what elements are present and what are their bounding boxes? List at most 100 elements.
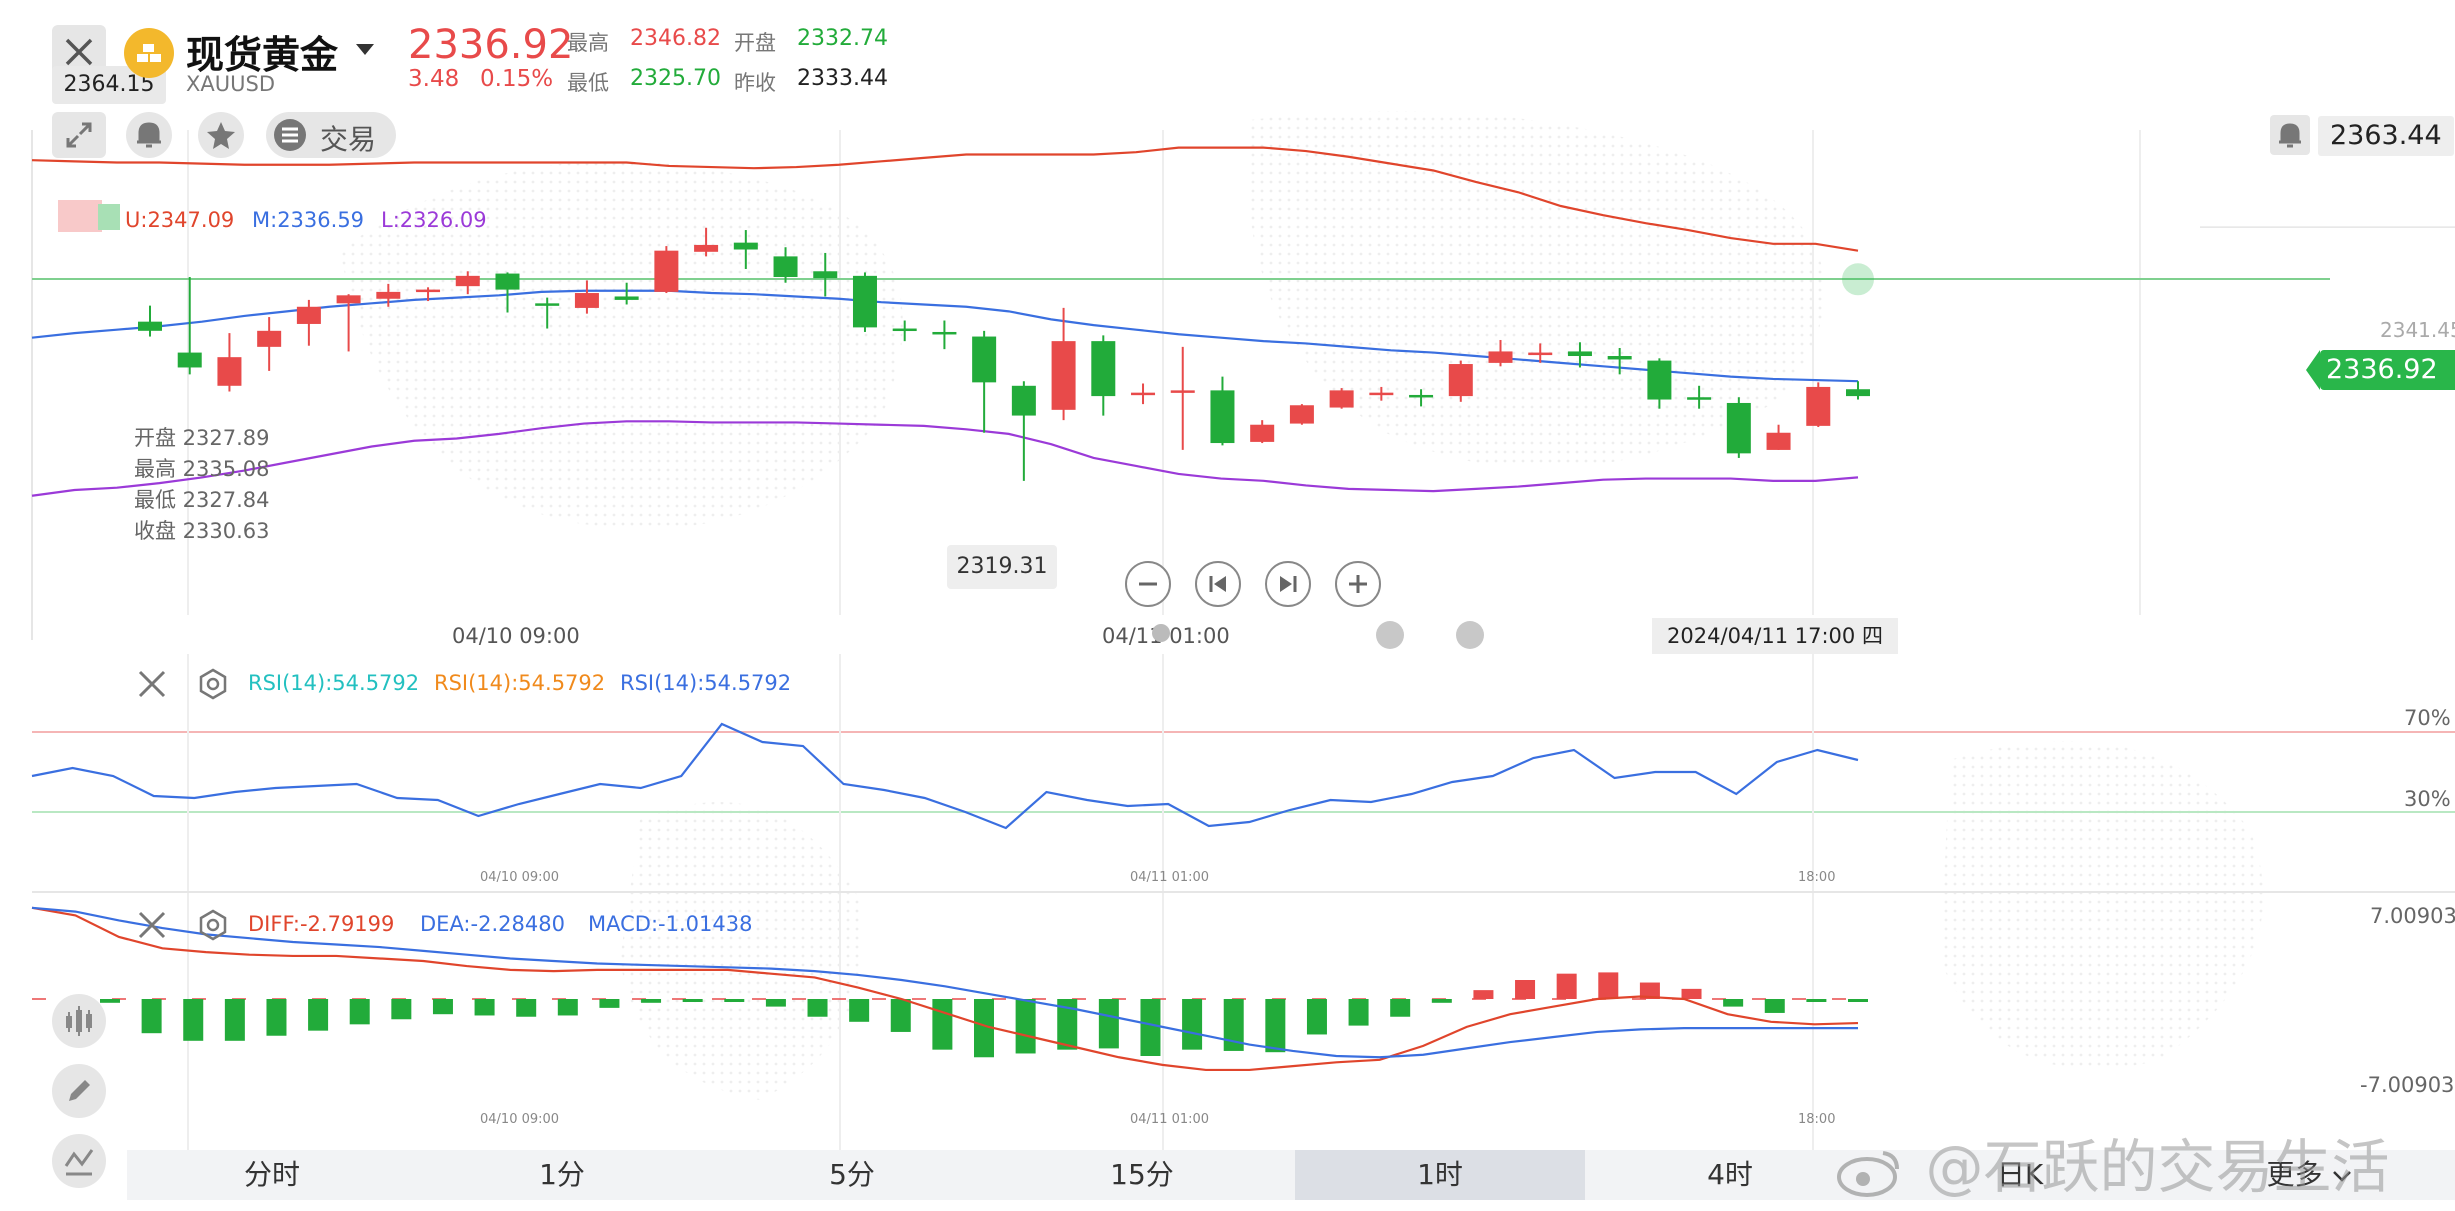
candle[interactable]: [257, 317, 282, 371]
macd-bar: [1764, 999, 1785, 1013]
candle[interactable]: [1289, 404, 1314, 425]
tab-1hour[interactable]: 1时: [1295, 1150, 1585, 1200]
candle[interactable]: [1131, 383, 1156, 405]
candle[interactable]: [217, 333, 242, 392]
candle[interactable]: [1448, 360, 1473, 402]
candle[interactable]: [177, 277, 202, 375]
tab-4hour[interactable]: 4时: [1585, 1150, 1875, 1200]
macd-bar: [1098, 999, 1119, 1049]
candle-body: [535, 303, 560, 306]
candle[interactable]: [1369, 386, 1394, 401]
draw-tool-button[interactable]: [52, 1064, 106, 1118]
tab-1min[interactable]: 1分: [417, 1150, 707, 1200]
trading-app: 2364.15 现货黄金 XAUUSD 2336.92 3.48 0.15% 最…: [0, 0, 2455, 1211]
tab-15min[interactable]: 15分: [997, 1150, 1287, 1200]
candle[interactable]: [773, 247, 798, 283]
candle-body: [1647, 360, 1672, 400]
candle-body: [257, 330, 282, 347]
candle[interactable]: [1687, 385, 1712, 409]
candle[interactable]: [1011, 381, 1036, 481]
tab-fenshi[interactable]: 分时: [127, 1150, 417, 1200]
low-price-marker: 2319.31: [947, 545, 1057, 589]
candle[interactable]: [455, 271, 480, 295]
candlestick-chart[interactable]: [0, 0, 2455, 640]
macd-bar: [890, 999, 911, 1032]
macd-bar: [1598, 972, 1619, 999]
pencil-icon: [69, 1080, 90, 1101]
skip-forward-button[interactable]: [1265, 561, 1311, 607]
candle-body: [1329, 390, 1354, 408]
line-tool-button[interactable]: [52, 1134, 106, 1188]
candle[interactable]: [1051, 307, 1076, 421]
candle[interactable]: [296, 299, 321, 346]
candle-body: [177, 352, 202, 368]
macd-bar: [1015, 999, 1036, 1054]
macd-bar: [1306, 999, 1327, 1035]
candle[interactable]: [1607, 348, 1632, 375]
candle-body: [1726, 402, 1751, 454]
rsi-time-label-3: 18:00: [1798, 870, 1836, 885]
candle[interactable]: [138, 305, 162, 337]
candle[interactable]: [1766, 424, 1791, 450]
candle[interactable]: [1846, 381, 1870, 400]
candle[interactable]: [1250, 420, 1275, 444]
candle[interactable]: [654, 246, 679, 294]
rsi-value-2: RSI(14):54.5792: [434, 671, 606, 695]
candle[interactable]: [1806, 382, 1831, 428]
rsi-value-1: RSI(14):54.5792: [248, 671, 420, 695]
candle-body: [1766, 432, 1791, 450]
candle[interactable]: [1647, 358, 1672, 409]
candle-body: [1091, 341, 1116, 397]
candle[interactable]: [1170, 346, 1195, 450]
candle[interactable]: [694, 227, 719, 257]
skip-forward-icon: [1280, 576, 1297, 592]
candle[interactable]: [972, 330, 997, 433]
candle[interactable]: [1329, 388, 1354, 409]
candle[interactable]: [892, 320, 917, 342]
candle[interactable]: [813, 252, 838, 297]
candle-body: [574, 293, 599, 308]
macd-bar: [1848, 999, 1868, 1002]
candle[interactable]: [336, 294, 361, 352]
macd-bar: [1182, 999, 1203, 1050]
candle[interactable]: [1726, 397, 1751, 458]
candle[interactable]: [1488, 339, 1513, 367]
settings-hexagon-icon: [199, 668, 227, 700]
zoom-in-button[interactable]: [1335, 561, 1381, 607]
rsi-time-label-1: 04/10 09:00: [480, 870, 560, 885]
macd-bar: [183, 999, 204, 1041]
macd-close-button[interactable]: [135, 908, 169, 946]
indicator-tool-button[interactable]: [52, 994, 106, 1048]
macd-bar: [1473, 990, 1494, 999]
candle-body: [773, 256, 798, 277]
candle[interactable]: [1210, 376, 1235, 446]
ohlc-low: 最低 2327.84: [134, 488, 270, 512]
candle[interactable]: [614, 282, 639, 305]
candle[interactable]: [535, 297, 560, 329]
macd-bar: [266, 999, 287, 1036]
macd-value: MACD:-1.01438: [588, 912, 753, 936]
candle-body: [852, 275, 877, 328]
macd-bar: [1140, 999, 1161, 1056]
candle[interactable]: [1091, 335, 1116, 416]
candle[interactable]: [1409, 389, 1434, 407]
skip-back-button[interactable]: [1195, 561, 1241, 607]
candle-body: [1448, 364, 1473, 397]
watermark: @石跃的交易生活: [1835, 1120, 2389, 1204]
crosshair-time-tag: 2024/04/11 17:00 四: [1652, 618, 1898, 654]
candle[interactable]: [932, 320, 957, 350]
close-icon: [138, 911, 166, 939]
macd-settings-button[interactable]: [196, 908, 230, 946]
candle[interactable]: [495, 272, 520, 313]
candle[interactable]: [852, 272, 877, 332]
candle[interactable]: [574, 280, 599, 314]
weibo-logo-icon: [1837, 1150, 1899, 1197]
main-time-label-1: 04/10 09:00: [452, 624, 580, 648]
tab-5min[interactable]: 5分: [707, 1150, 997, 1200]
candle[interactable]: [733, 230, 758, 269]
zoom-out-button[interactable]: [1125, 561, 1171, 607]
rsi-settings-button[interactable]: [196, 667, 230, 705]
macd-bar: [1515, 980, 1536, 999]
rsi-close-button[interactable]: [135, 667, 169, 705]
ohlc-close: 收盘 2330.63: [134, 519, 270, 543]
